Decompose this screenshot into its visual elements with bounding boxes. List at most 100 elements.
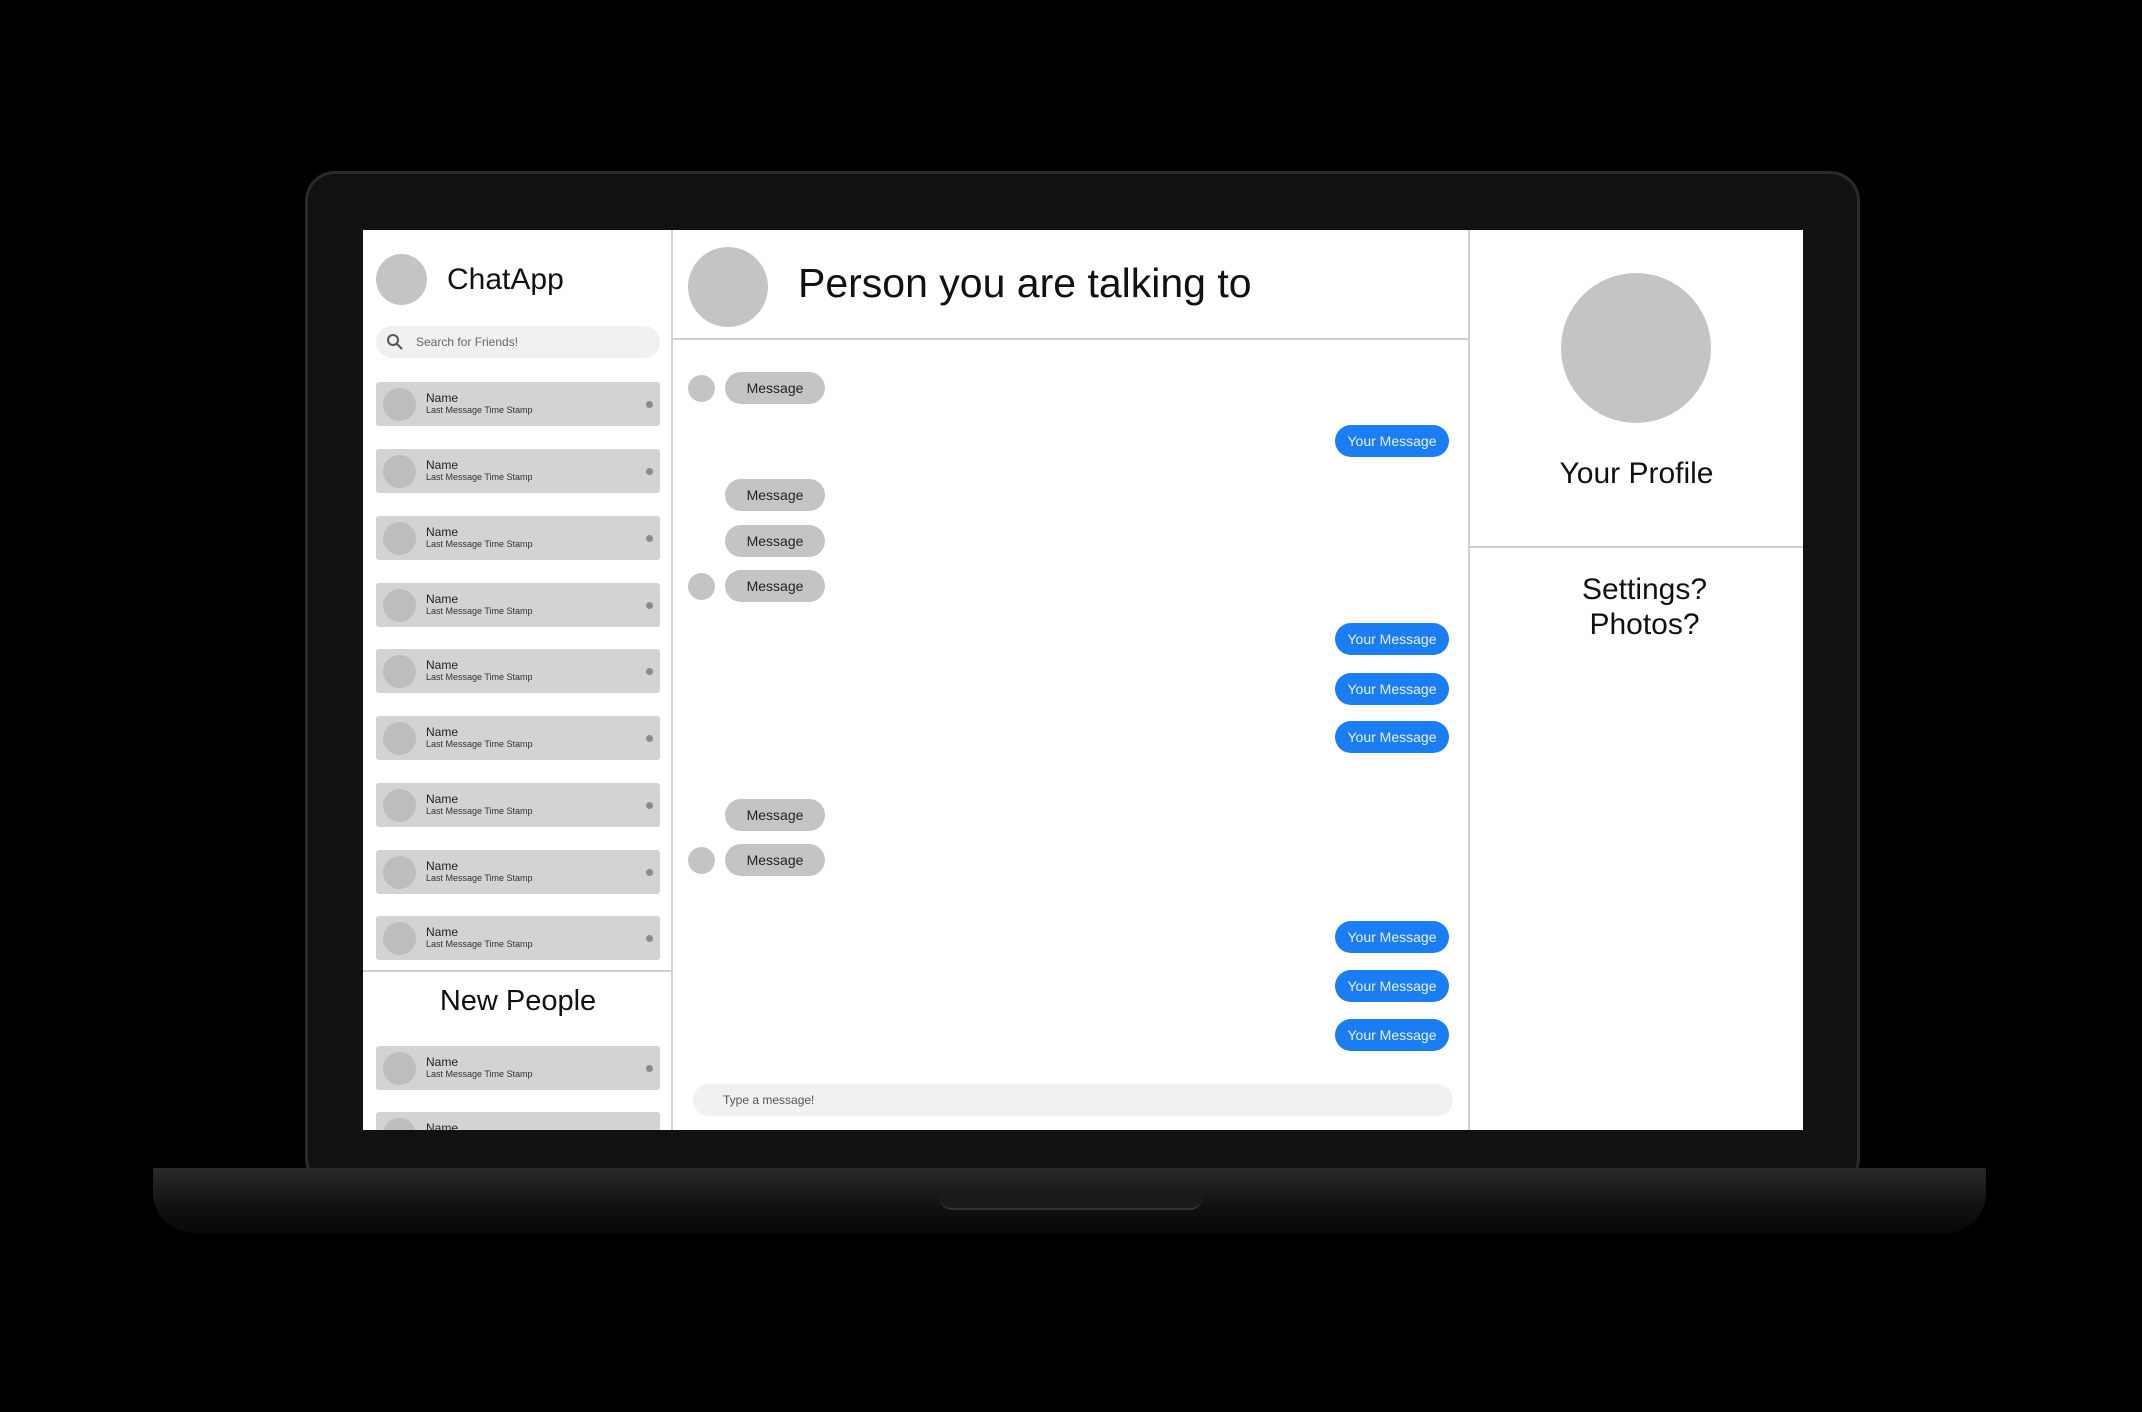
incoming-message: Message <box>725 844 825 876</box>
contact-item[interactable]: NameLast Message Time Stamp <box>376 850 660 894</box>
contact-item[interactable]: NameLast Message Time Stamp <box>376 716 660 760</box>
contact-name: Name <box>426 1055 459 1069</box>
outgoing-message: Your Message <box>1335 1019 1449 1051</box>
contact-avatar <box>383 454 416 488</box>
profile-extra: Settings? Photos? <box>1478 572 1803 642</box>
contact-name: Name <box>426 391 459 405</box>
contact-name: Name <box>426 525 459 539</box>
contact-text: NameLast Message Time Stamp <box>426 860 533 884</box>
contact-avatar <box>383 521 416 555</box>
contact-item[interactable]: NameLast Message Time Stamp <box>376 916 660 960</box>
status-dot-icon <box>646 935 653 942</box>
chat-header: Person you are talking to <box>673 230 1468 340</box>
status-dot-icon <box>646 468 653 475</box>
contact-avatar <box>383 855 416 889</box>
contact-item[interactable]: NameLast Message Time Stamp <box>376 1046 660 1090</box>
contact-item[interactable]: NameLast Message Time Stamp <box>376 783 660 827</box>
contact-avatar <box>383 588 416 622</box>
contact-timestamp: Last Message Time Stamp <box>426 739 533 749</box>
contact-timestamp: Last Message Time Stamp <box>426 606 533 616</box>
outgoing-message: Your Message <box>1335 425 1449 457</box>
incoming-message: Message <box>725 372 825 404</box>
contact-name: Name <box>426 658 459 672</box>
contact-text: NameLast Message Time Stamp <box>426 1056 533 1080</box>
app-logo <box>376 254 427 305</box>
profile-panel: Your Profile Settings? Photos? <box>1470 230 1803 1130</box>
contact-name: Name <box>426 859 459 873</box>
app-title: ChatApp <box>447 262 564 296</box>
contact-timestamp: Last Message Time Stamp <box>426 472 533 482</box>
contact-text: NameLast Message Time Stamp <box>426 726 533 750</box>
contact-name: Name <box>426 592 459 606</box>
contact-item[interactable]: NameLast Message Time Stamp <box>376 649 660 693</box>
contact-text: NameLast Message Time Stamp <box>426 659 533 683</box>
search-placeholder: Search for Friends! <box>416 335 519 349</box>
contact-timestamp: Last Message Time Stamp <box>426 806 533 816</box>
sidebar-divider <box>363 970 671 972</box>
search-icon <box>387 334 403 350</box>
profile-avatar[interactable] <box>1561 273 1711 423</box>
chat-title: Person you are talking to <box>798 260 1252 306</box>
profile-label: Your Profile <box>1559 457 1714 490</box>
app-header: ChatApp <box>376 254 564 305</box>
status-dot-icon <box>646 802 653 809</box>
contact-avatar <box>383 1117 416 1130</box>
message-input-placeholder: Type a message! <box>723 1093 815 1107</box>
incoming-message: Message <box>725 525 825 557</box>
contact-timestamp: Last Message Time Stamp <box>426 939 533 949</box>
status-dot-icon <box>646 1065 653 1072</box>
contact-text: NameLast Message Time Stamp <box>426 593 533 617</box>
status-dot-icon <box>646 535 653 542</box>
contact-text: NameLast Message Time Stamp <box>426 459 533 483</box>
contact-avatar[interactable] <box>688 247 768 327</box>
status-dot-icon <box>646 401 653 408</box>
contact-text: NameLast Message Time Stamp <box>426 793 533 817</box>
contact-timestamp: Last Message Time Stamp <box>426 1069 533 1079</box>
app-screen: ChatApp Search for Friends! Name Last Mes… <box>363 230 1803 1130</box>
contact-avatar <box>383 387 416 421</box>
contact-text: NameLast Message Time Stamp <box>426 526 533 550</box>
status-dot-icon <box>646 869 653 876</box>
contact-item[interactable]: NameLast Message Time Stamp <box>376 382 660 426</box>
contact-name: Name <box>426 1121 459 1131</box>
contact-item[interactable]: NameLast Message Time Stamp <box>376 583 660 627</box>
status-dot-icon <box>646 668 653 675</box>
contact-text: NameLast Message Time Stamp <box>426 926 533 950</box>
outgoing-message: Your Message <box>1335 921 1449 953</box>
contact-name: Name <box>426 458 459 472</box>
incoming-message: Message <box>725 570 825 602</box>
contact-name: Name <box>426 725 459 739</box>
contact-text: NameLast Message Time Stamp <box>426 392 533 416</box>
contact-text: NameLast Message Time Stamp <box>426 1121 533 1131</box>
sidebar: ChatApp Search for Friends! Name Last Mes… <box>363 230 673 1130</box>
outgoing-message: Your Message <box>1335 970 1449 1002</box>
sender-avatar <box>688 847 715 874</box>
contact-avatar <box>383 788 416 822</box>
settings-link[interactable]: Settings? <box>1478 572 1803 607</box>
laptop-notch <box>940 1188 1202 1210</box>
outgoing-message: Your Message <box>1335 673 1449 705</box>
profile-divider <box>1470 546 1803 548</box>
contact-avatar <box>383 654 416 688</box>
incoming-message: Message <box>725 799 825 831</box>
search-input[interactable]: Search for Friends! <box>376 326 660 358</box>
new-people-title: New People <box>439 985 597 1017</box>
contact-avatar <box>383 1051 416 1085</box>
outgoing-message: Your Message <box>1335 623 1449 655</box>
chat-panel: Person you are talking to Message Your Me… <box>673 230 1470 1130</box>
sender-avatar <box>688 573 715 600</box>
contact-timestamp: Last Message Time Stamp <box>426 672 533 682</box>
contact-item[interactable]: NameLast Message Time Stamp <box>376 516 660 560</box>
message-input[interactable]: Type a message! <box>693 1084 1453 1116</box>
incoming-message: Message <box>725 479 825 511</box>
contact-name: Name <box>426 792 459 806</box>
contact-item[interactable]: NameLast Message Time Stamp <box>376 449 660 493</box>
contact-timestamp: Last Message Time Stamp <box>426 873 533 883</box>
photos-link[interactable]: Photos? <box>1478 607 1803 642</box>
contact-timestamp: Last Message Time Stamp <box>426 539 533 549</box>
contact-avatar <box>383 721 416 755</box>
status-dot-icon <box>646 735 653 742</box>
contact-item[interactable]: NameLast Message Time Stamp <box>376 1112 660 1130</box>
contact-name: Name <box>426 925 459 939</box>
outgoing-message: Your Message <box>1335 721 1449 753</box>
